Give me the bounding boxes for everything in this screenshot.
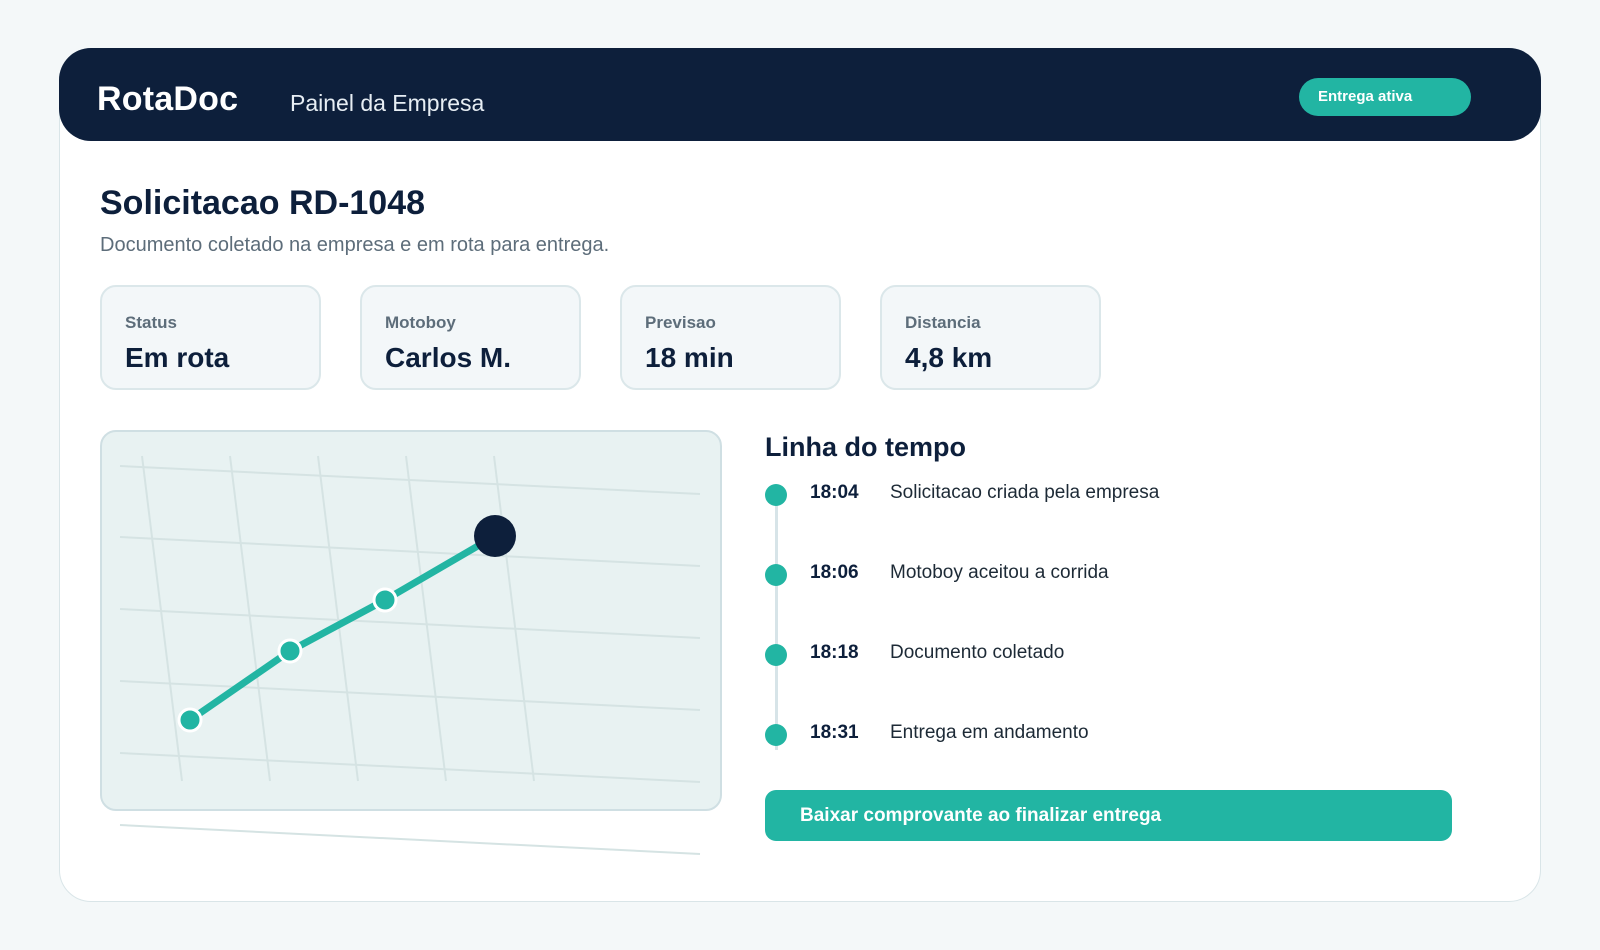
download-receipt-button[interactable]: Baixar comprovante ao finalizar entrega [765,790,1452,841]
street-line [141,455,183,782]
street-line [493,455,535,782]
timeline-dot [765,644,787,666]
timeline-dot [765,724,787,746]
street-line [229,455,271,782]
timeline-title: Linha do tempo [765,432,966,462]
timeline-event-text: Entrega em andamento [890,722,1089,743]
timeline-dot [765,564,787,586]
stat-value: 18 min [645,342,734,373]
stat-value: Carlos M. [385,342,512,373]
street-line [119,752,701,783]
timeline-event-text: Solicitacao criada pela empresa [890,482,1160,503]
timeline-dot [765,484,787,506]
timeline-time: 18:18 [810,642,859,663]
stat-label: Distancia [905,313,981,332]
map-grid [119,455,701,855]
page-description: Documento coletado na empresa e em rota … [100,234,610,256]
timeline-track [775,505,778,750]
street-line [119,536,701,567]
timeline-event-text: Motoboy aceitou a corrida [890,562,1109,583]
stat-value: Em rota [125,342,230,373]
page-title: Solicitacao RD-1048 [100,184,426,222]
street-line [405,455,447,782]
timeline-time: 18:31 [810,722,859,743]
route-start-point [177,707,203,733]
stat-card-distance: Distancia 4,8 km [880,285,1101,390]
courier-location-marker [474,515,516,557]
street-line [119,608,701,639]
active-delivery-badge: Entrega ativa [1299,78,1471,116]
route-waypoint [277,638,303,664]
timeline-time: 18:04 [810,482,859,503]
top-bar: RotaDoc Painel da Empresa Entrega ativa [59,48,1541,141]
stat-label: Status [125,313,177,332]
stat-label: Motoboy [385,313,456,332]
timeline-event-text: Documento coletado [890,642,1065,663]
stat-value: 4,8 km [905,342,993,373]
route-map-overlay [119,455,701,855]
panel-subtitle: Painel da Empresa [290,90,485,116]
timeline-time: 18:06 [810,562,859,583]
stat-card-status: Status Em rota [100,285,321,390]
stat-card-courier: Motoboy Carlos M. [360,285,581,390]
route-waypoint [372,587,398,613]
street-line [119,824,701,855]
stat-label: Previsao [645,313,716,332]
brand-logo: RotaDoc [97,80,239,118]
stat-card-eta: Previsao 18 min [620,285,841,390]
